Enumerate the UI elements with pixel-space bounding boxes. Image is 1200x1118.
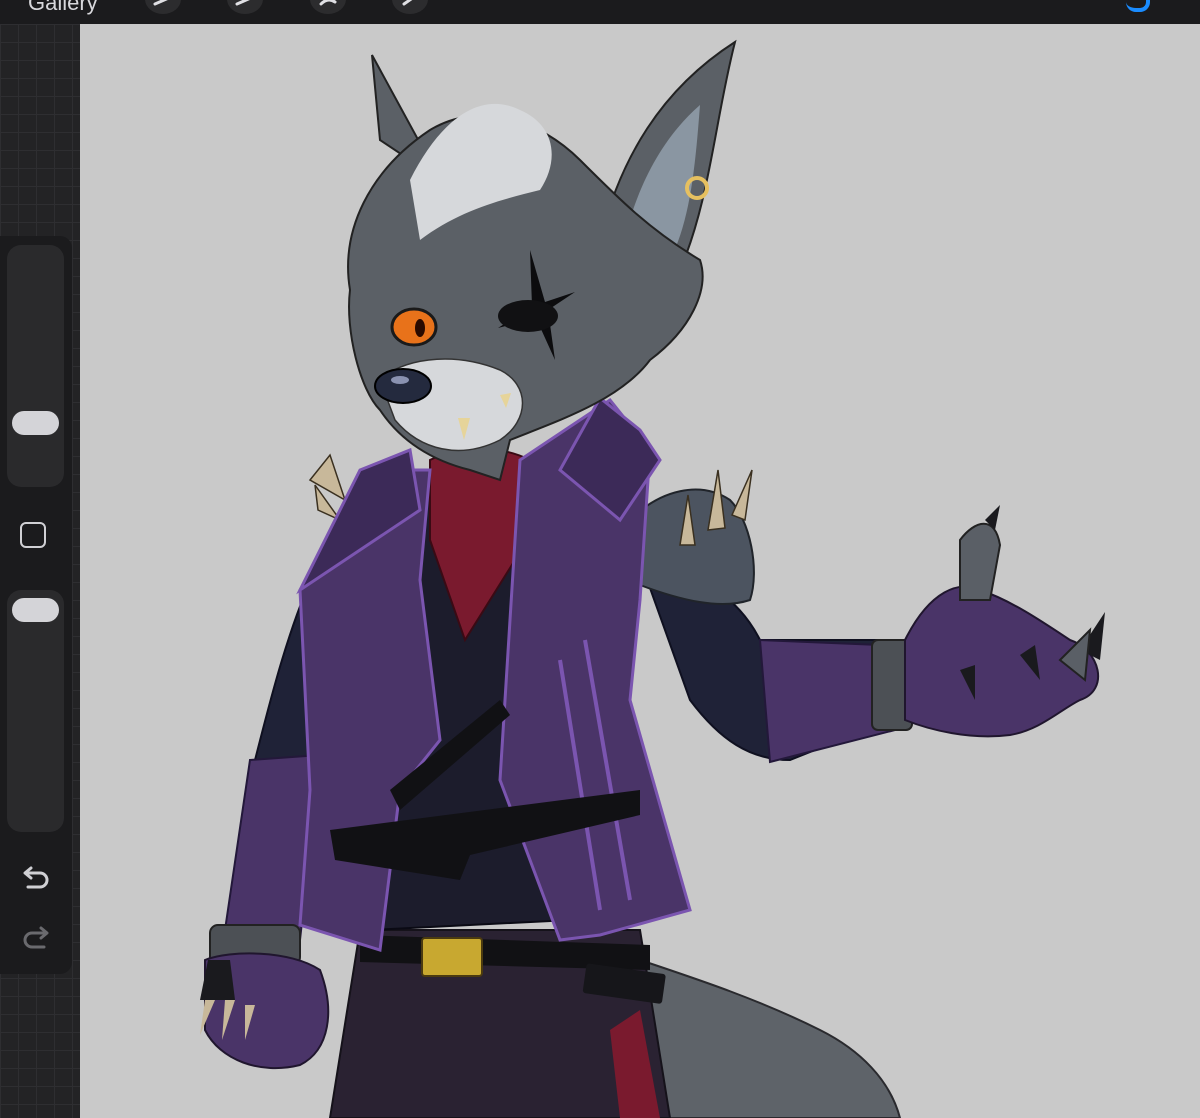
smudge-icon [235,0,250,6]
brush-size-slider[interactable] [7,245,64,487]
redo-icon[interactable] [20,924,52,952]
drawing-canvas[interactable] [80,24,1200,1118]
undo-icon[interactable] [20,864,52,892]
tail [638,958,902,1118]
side-panel [0,236,72,974]
belt-buckle [421,937,483,977]
color-picker-button[interactable] [1126,0,1150,12]
gallery-button[interactable]: Gallery [28,0,98,15]
eraser-icon [319,0,337,6]
cursor-icon [402,0,413,6]
brush-size-knob[interactable] [12,411,59,435]
left-eye [390,307,438,347]
top-toolbar: Gallery [0,0,1200,24]
opacity-slider[interactable] [7,590,64,832]
opacity-knob[interactable] [12,598,59,622]
selection-tool-button[interactable] [392,0,428,14]
brush-icon [153,0,168,6]
eraser-tool-button[interactable] [310,0,346,14]
brush-tool-button[interactable] [145,0,181,14]
modify-button[interactable] [20,522,46,548]
nose [374,368,432,404]
smudge-tool-button[interactable] [227,0,263,14]
wolf-artwork [200,39,1105,1118]
